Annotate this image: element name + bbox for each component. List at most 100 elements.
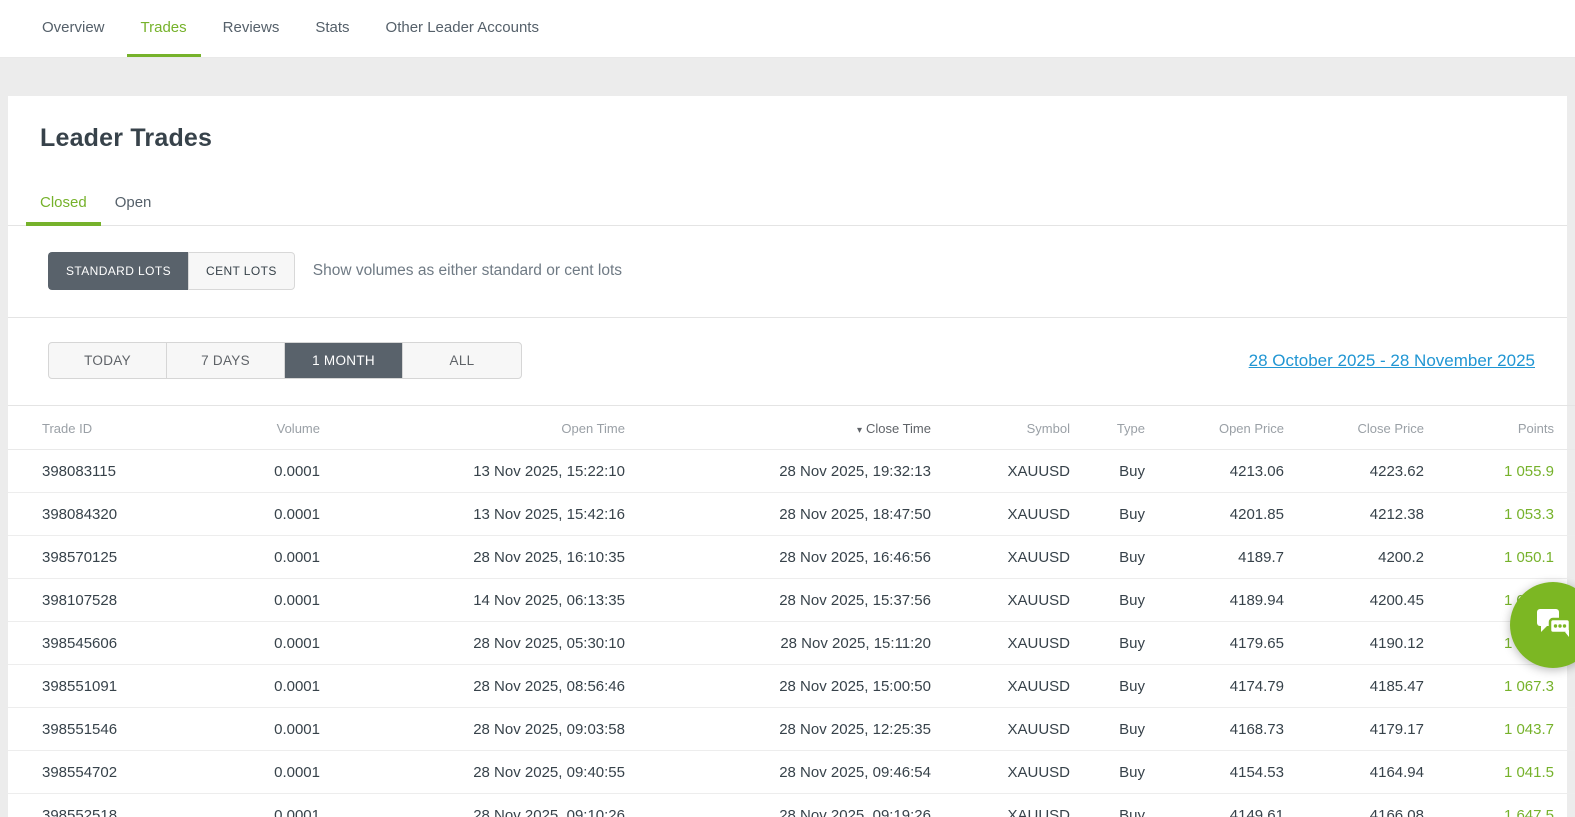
cell-open_time: 28 Nov 2025, 16:10:35 [320, 536, 625, 579]
tab-other-leader-accounts[interactable]: Other Leader Accounts [372, 0, 553, 57]
cell-id: 398551546 [8, 708, 202, 751]
cell-points: 1 055.9 [1424, 450, 1575, 493]
trades-table: Trade IDVolumeOpen Time▾Close TimeSymbol… [8, 405, 1575, 817]
cell-close_price: 4200.2 [1284, 536, 1424, 579]
cell-volume: 0.0001 [202, 493, 320, 536]
date-range-link[interactable]: 28 October 2025 - 28 November 2025 [1249, 351, 1535, 371]
cell-open_price: 4201.85 [1145, 493, 1284, 536]
column-header-volume[interactable]: Volume [202, 406, 320, 450]
cell-close_price: 4223.62 [1284, 450, 1424, 493]
cell-close_time: 28 Nov 2025, 15:11:20 [625, 622, 931, 665]
trade-tab-open[interactable]: Open [101, 185, 166, 226]
cell-type: Buy [1070, 579, 1145, 622]
cell-close_price: 4164.94 [1284, 751, 1424, 794]
cell-points: 1 050.1 [1424, 536, 1575, 579]
cell-open_time: 28 Nov 2025, 09:03:58 [320, 708, 625, 751]
period-option-today[interactable]: TODAY [49, 343, 167, 378]
table-row: 3985510910.000128 Nov 2025, 08:56:4628 N… [8, 665, 1575, 708]
lots-option-standard-lots[interactable]: STANDARD LOTS [48, 252, 188, 290]
cell-close_time: 28 Nov 2025, 15:00:50 [625, 665, 931, 708]
cell-open_time: 28 Nov 2025, 09:10:26 [320, 794, 625, 817]
table-row: 3980831150.000113 Nov 2025, 15:22:1028 N… [8, 450, 1575, 493]
column-header-symbol[interactable]: Symbol [931, 406, 1070, 450]
cell-open_time: 28 Nov 2025, 08:56:46 [320, 665, 625, 708]
cell-points: 1 043.7 [1424, 708, 1575, 751]
cell-symbol: XAUUSD [931, 665, 1070, 708]
cell-open_price: 4179.65 [1145, 622, 1284, 665]
cell-type: Buy [1070, 794, 1145, 817]
cell-volume: 0.0001 [202, 794, 320, 817]
cell-close_time: 28 Nov 2025, 09:46:54 [625, 751, 931, 794]
tab-overview[interactable]: Overview [28, 0, 119, 57]
cell-close_time: 28 Nov 2025, 18:47:50 [625, 493, 931, 536]
cell-id: 398084320 [8, 493, 202, 536]
column-header-open_price[interactable]: Open Price [1145, 406, 1284, 450]
cell-close_price: 4212.38 [1284, 493, 1424, 536]
top-navigation: OverviewTradesReviewsStatsOther Leader A… [0, 0, 1575, 58]
period-filter-row: TODAY7 DAYS1 MONTHALL 28 October 2025 - … [8, 318, 1567, 405]
cell-symbol: XAUUSD [931, 751, 1070, 794]
cell-close_time: 28 Nov 2025, 12:25:35 [625, 708, 931, 751]
cell-type: Buy [1070, 450, 1145, 493]
cell-open_price: 4168.73 [1145, 708, 1284, 751]
cell-symbol: XAUUSD [931, 794, 1070, 817]
cell-close_time: 28 Nov 2025, 16:46:56 [625, 536, 931, 579]
cell-symbol: XAUUSD [931, 493, 1070, 536]
cell-open_price: 4189.94 [1145, 579, 1284, 622]
cell-volume: 0.0001 [202, 665, 320, 708]
cell-points: 1 041.5 [1424, 751, 1575, 794]
column-header-points[interactable]: Points [1424, 406, 1575, 450]
column-header-close_price[interactable]: Close Price [1284, 406, 1424, 450]
cell-type: Buy [1070, 751, 1145, 794]
cell-close_time: 28 Nov 2025, 19:32:13 [625, 450, 931, 493]
cell-points: 1 053.3 [1424, 493, 1575, 536]
table-row: 3985456060.000128 Nov 2025, 05:30:1028 N… [8, 622, 1575, 665]
table-row: 3985515460.000128 Nov 2025, 09:03:5828 N… [8, 708, 1575, 751]
table-row: 3985701250.000128 Nov 2025, 16:10:3528 N… [8, 536, 1575, 579]
cell-id: 398107528 [8, 579, 202, 622]
column-header-open_time[interactable]: Open Time [320, 406, 625, 450]
period-filter: TODAY7 DAYS1 MONTHALL [48, 342, 522, 379]
lots-toggle-row: STANDARD LOTSCENT LOTS Show volumes as e… [8, 226, 1567, 318]
column-header-type[interactable]: Type [1070, 406, 1145, 450]
sort-descending-icon: ▾ [857, 425, 862, 436]
cell-id: 398545606 [8, 622, 202, 665]
cell-open_price: 4154.53 [1145, 751, 1284, 794]
table-row: 3985525180.000128 Nov 2025, 09:10:2628 N… [8, 794, 1575, 817]
cell-symbol: XAUUSD [931, 450, 1070, 493]
cell-open_time: 28 Nov 2025, 05:30:10 [320, 622, 625, 665]
cell-id: 398083115 [8, 450, 202, 493]
cell-open_time: 13 Nov 2025, 15:22:10 [320, 450, 625, 493]
lots-toggle: STANDARD LOTSCENT LOTS [48, 252, 295, 290]
tab-trades[interactable]: Trades [127, 0, 201, 57]
cell-volume: 0.0001 [202, 708, 320, 751]
period-option-7-days[interactable]: 7 DAYS [167, 343, 285, 378]
table-row: 3981075280.000114 Nov 2025, 06:13:3528 N… [8, 579, 1575, 622]
cell-type: Buy [1070, 536, 1145, 579]
cell-symbol: XAUUSD [931, 579, 1070, 622]
cell-volume: 0.0001 [202, 751, 320, 794]
cell-close_price: 4200.45 [1284, 579, 1424, 622]
cell-symbol: XAUUSD [931, 708, 1070, 751]
cell-close_price: 4166.08 [1284, 794, 1424, 817]
cell-type: Buy [1070, 622, 1145, 665]
column-header-id[interactable]: Trade ID [8, 406, 202, 450]
column-header-close_time[interactable]: ▾Close Time [625, 406, 931, 450]
lots-option-cent-lots[interactable]: CENT LOTS [188, 252, 295, 290]
cell-id: 398552518 [8, 794, 202, 817]
table-row: 3980843200.000113 Nov 2025, 15:42:1628 N… [8, 493, 1575, 536]
cell-volume: 0.0001 [202, 536, 320, 579]
tab-stats[interactable]: Stats [301, 0, 363, 57]
tab-reviews[interactable]: Reviews [209, 0, 294, 57]
cell-id: 398551091 [8, 665, 202, 708]
period-option-all[interactable]: ALL [403, 343, 521, 378]
cell-close_price: 4179.17 [1284, 708, 1424, 751]
chat-bubbles-icon [1533, 603, 1573, 648]
period-option-1-month[interactable]: 1 MONTH [285, 342, 403, 379]
cell-open_price: 4174.79 [1145, 665, 1284, 708]
trade-tab-closed[interactable]: Closed [26, 185, 101, 226]
cell-close_price: 4190.12 [1284, 622, 1424, 665]
table-header-row: Trade IDVolumeOpen Time▾Close TimeSymbol… [8, 406, 1575, 450]
cell-id: 398554702 [8, 751, 202, 794]
cell-volume: 0.0001 [202, 579, 320, 622]
